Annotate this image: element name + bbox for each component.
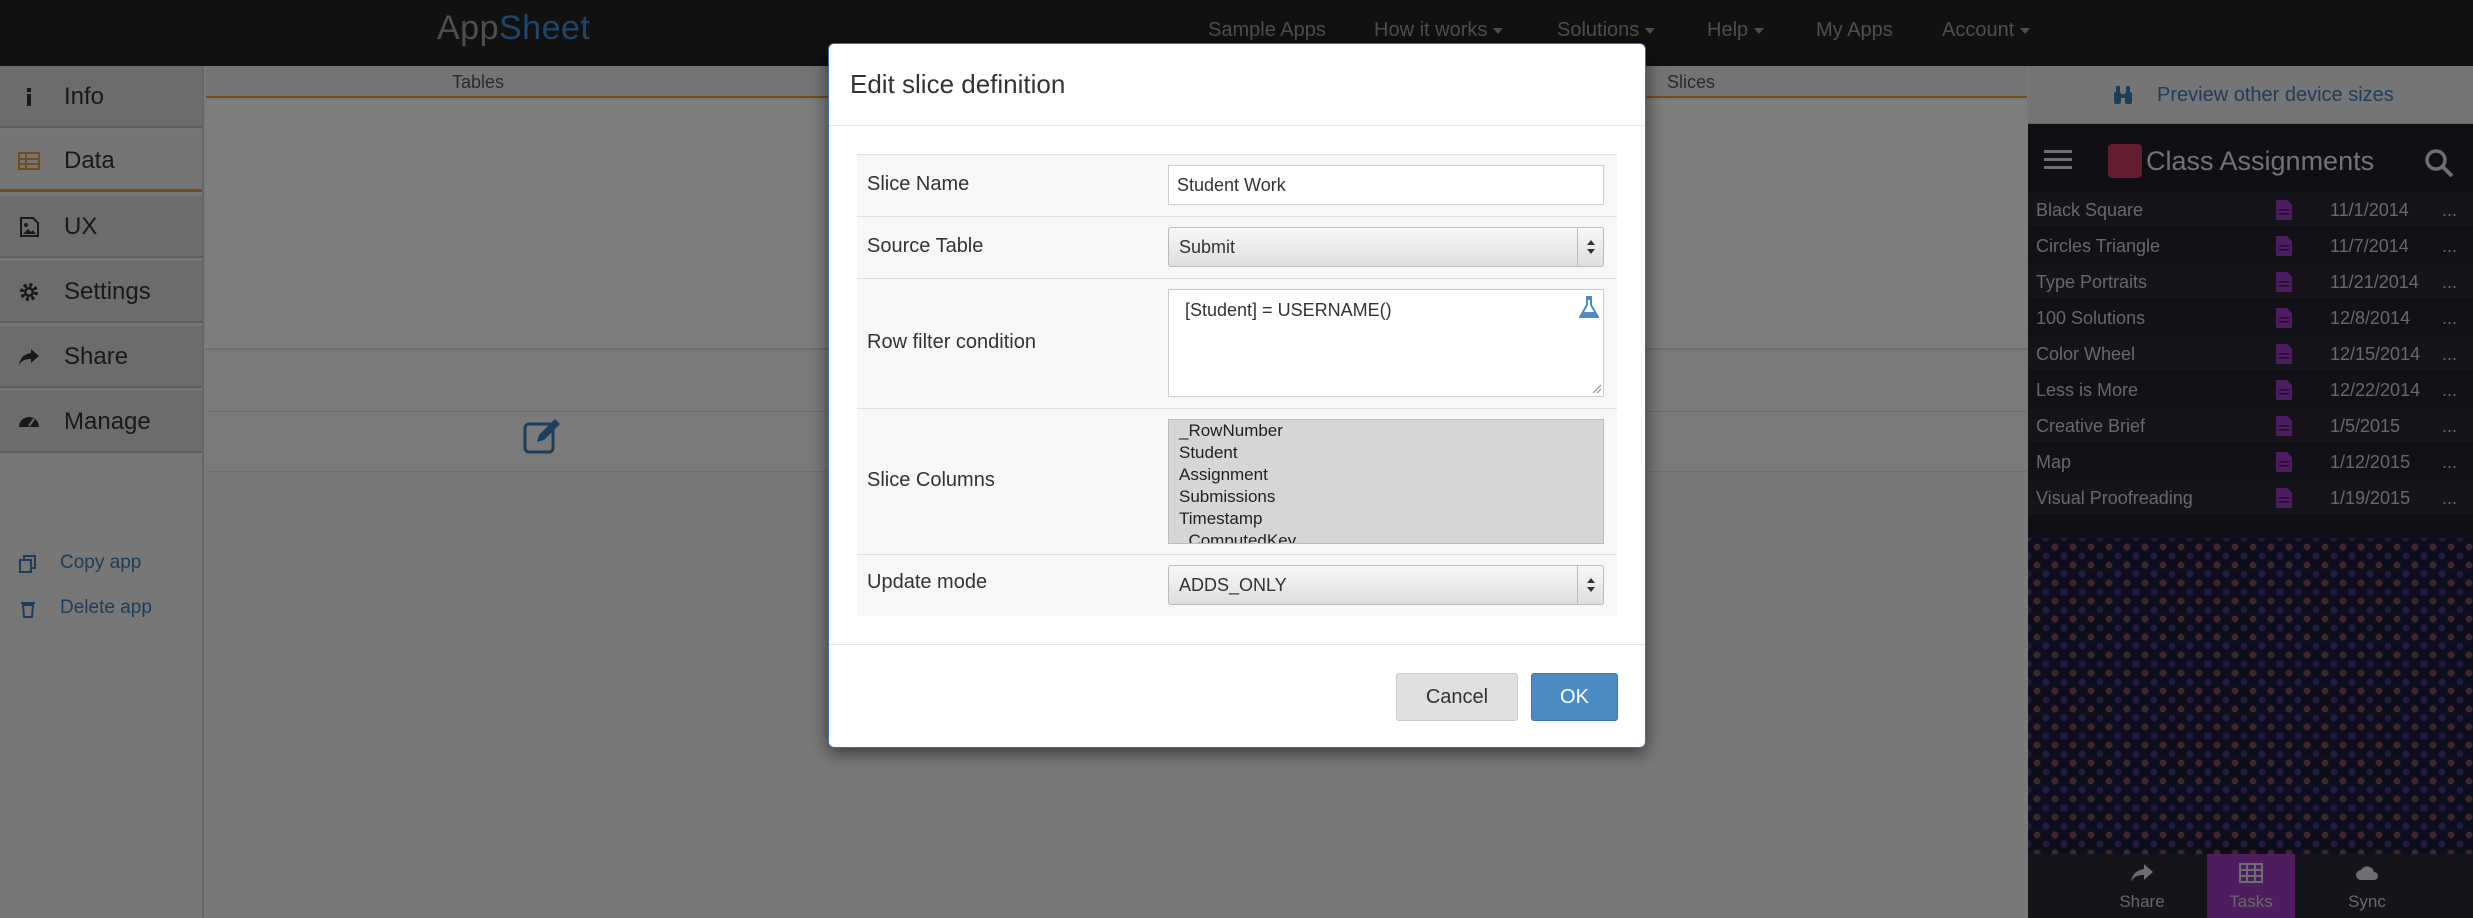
slice-column-option[interactable]: _ComputedKey <box>1169 530 1603 543</box>
source-table-value: Submit <box>1179 237 1236 257</box>
update-mode-row: Update mode ADDS_ONLY <box>857 554 1617 616</box>
cancel-button[interactable]: Cancel <box>1396 673 1518 721</box>
slice-name-input[interactable] <box>1168 165 1604 205</box>
edit-slice-dialog: Edit slice definition Slice Name Source … <box>828 43 1646 748</box>
row-filter-value: [Student] = USERNAME() <box>1185 300 1392 320</box>
update-mode-value: ADDS_ONLY <box>1179 575 1287 595</box>
ok-button[interactable]: OK <box>1531 673 1618 721</box>
source-table-select[interactable]: Submit <box>1168 227 1604 267</box>
source-table-label: Source Table <box>867 235 984 257</box>
select-arrows-icon <box>1577 228 1603 266</box>
row-filter-row: Row filter condition [Student] = USERNAM… <box>857 278 1617 408</box>
slice-column-option[interactable]: Submissions <box>1169 486 1603 508</box>
slice-name-row: Slice Name <box>857 154 1617 216</box>
slice-name-label: Slice Name <box>867 173 970 195</box>
slice-column-option[interactable]: _RowNumber <box>1169 420 1603 442</box>
update-mode-label: Update mode <box>867 571 988 593</box>
slice-column-option[interactable]: Student <box>1169 442 1603 464</box>
divider <box>829 125 1645 126</box>
select-arrows-icon <box>1577 566 1603 604</box>
source-table-row: Source Table Submit <box>857 216 1617 278</box>
slice-columns-row: Slice Columns _RowNumber Student Assignm… <box>857 408 1617 554</box>
flask-icon[interactable] <box>1579 295 1599 319</box>
slice-columns-label: Slice Columns <box>867 469 995 491</box>
slice-column-option[interactable]: Assignment <box>1169 464 1603 486</box>
update-mode-select[interactable]: ADDS_ONLY <box>1168 565 1604 605</box>
row-filter-label: Row filter condition <box>867 331 1036 353</box>
row-filter-textarea[interactable]: [Student] = USERNAME() <box>1168 289 1604 397</box>
slice-column-option[interactable]: Timestamp <box>1169 508 1603 530</box>
resize-handle-icon[interactable] <box>1591 383 1601 393</box>
dialog-title: Edit slice definition <box>850 69 1066 99</box>
divider <box>829 644 1645 645</box>
slice-columns-listbox[interactable]: _RowNumber Student Assignment Submission… <box>1168 419 1604 544</box>
